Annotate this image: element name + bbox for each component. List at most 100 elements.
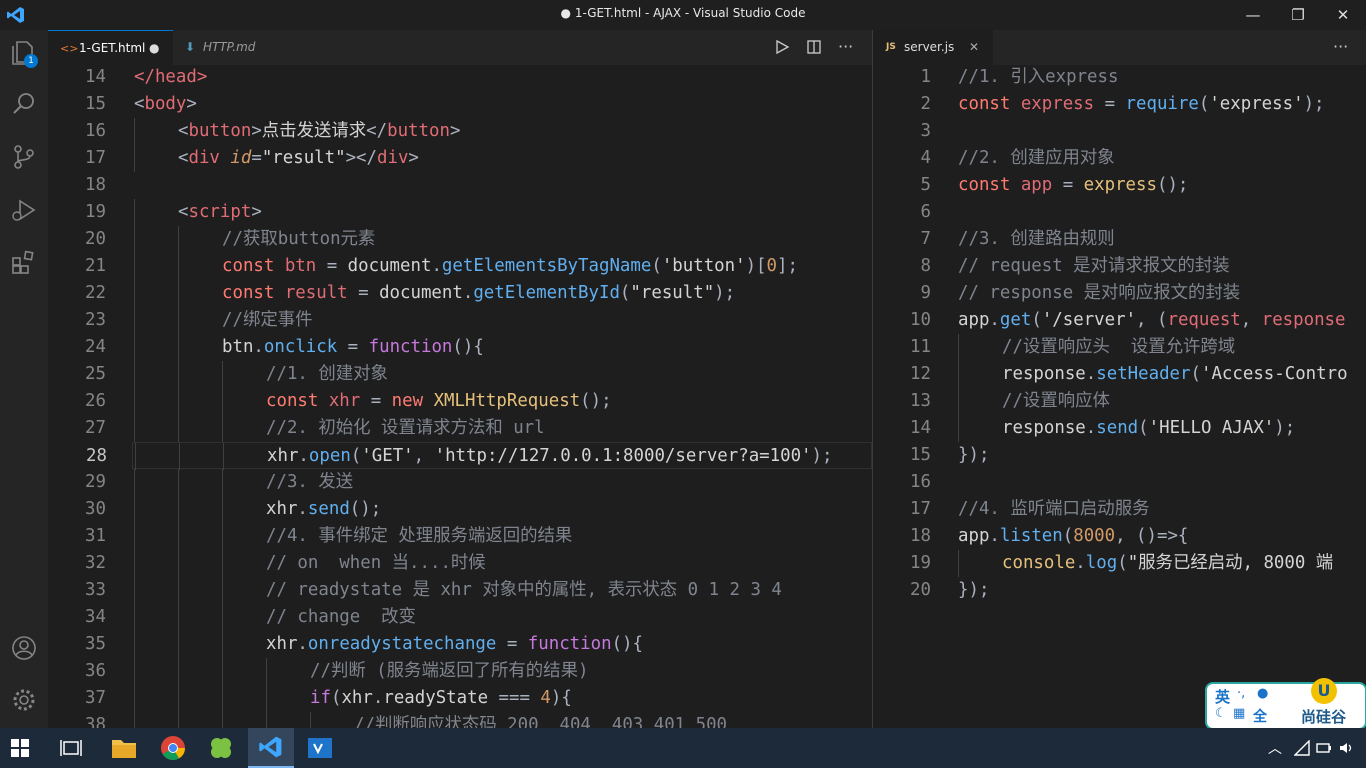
vscode-alt-icon[interactable]: [306, 734, 334, 762]
code-line[interactable]: 8 // request 是对请求报文的封装: [873, 253, 1366, 280]
chrome-icon[interactable]: [159, 734, 187, 762]
code-line[interactable]: 38 //判断响应状态码 200 404 403 401 500: [48, 712, 872, 728]
code-line[interactable]: 16 <button>点击发送请求</button>: [48, 118, 872, 145]
code-line[interactable]: 36 //判断 (服务端返回了所有的结果): [48, 658, 872, 685]
ime-user-icon[interactable]: ●: [1257, 686, 1268, 701]
line-number: 7: [920, 229, 931, 249]
code-token: const: [222, 256, 285, 276]
code-line[interactable]: 22 const result = document.getElementById…: [48, 280, 872, 307]
code-line[interactable]: 26 const xhr = new XMLHttpRequest();: [48, 388, 872, 415]
code-token: function: [527, 634, 612, 654]
tray-chevron-icon[interactable]: ︿: [1268, 738, 1282, 758]
run-debug-icon[interactable]: [10, 196, 38, 224]
search-icon[interactable]: [10, 90, 38, 118]
windows-start-icon[interactable]: [10, 738, 30, 758]
code-token: <: [178, 202, 189, 222]
code-line[interactable]: 19 <script>: [48, 199, 872, 226]
code-line[interactable]: 15});: [873, 442, 1366, 469]
restore-button[interactable]: ❐: [1275, 0, 1321, 30]
source-control-icon[interactable]: [10, 143, 38, 171]
code-line[interactable]: 7 //3. 创建路由规则: [873, 226, 1366, 253]
tab-1-get-html[interactable]: <> 1-GET.html ●: [48, 30, 173, 66]
code-line[interactable]: 18 app.listen(8000, ()=>{: [873, 523, 1366, 550]
ime-moon-icon[interactable]: ☾: [1215, 706, 1227, 721]
right-code-area[interactable]: 1//1. 引入express 2 const express = require(…: [873, 65, 1366, 728]
extensions-icon[interactable]: [10, 248, 38, 276]
left-tab-bar: <> 1-GET.html ● ⬇ HTTP.md ···: [48, 30, 872, 66]
code-line[interactable]: 11 //设置响应头 设置允许跨域: [873, 334, 1366, 361]
left-code-area[interactable]: 14 </head> 15 <body> 16 <button>点击发送请求</butto…: [48, 65, 872, 728]
code-line[interactable]: 30 xhr.send();: [48, 496, 872, 523]
code-line[interactable]: 9 // response 是对响应报文的封装: [873, 280, 1366, 307]
code-line[interactable]: 20 //获取button元素: [48, 226, 872, 253]
vscode-taskbar-active[interactable]: [248, 728, 294, 768]
code-line[interactable]: 24 btn.onclick = function(){: [48, 334, 872, 361]
code-text: app.listen(8000, ()=>{: [958, 523, 1188, 550]
code-line[interactable]: 20});: [873, 577, 1366, 604]
code-line[interactable]: 37 if(xhr.readyState === 4){: [48, 685, 872, 712]
clover-app-icon[interactable]: [207, 734, 235, 762]
more-actions-icon[interactable]: ···: [1333, 30, 1348, 63]
ime-punctuation[interactable]: ·,: [1237, 686, 1245, 701]
code-line[interactable]: 31 //4. 事件绑定 处理服务端返回的结果: [48, 523, 872, 550]
code-line[interactable]: 17 //4. 监听端口启动服务: [873, 496, 1366, 523]
code-line[interactable]: 14 response.send('HELLO AJAX');: [873, 415, 1366, 442]
file-explorer-icon[interactable]: [110, 734, 138, 762]
code-line[interactable]: 32 // on when 当....时候: [48, 550, 872, 577]
code-line[interactable]: 34 // change 改变: [48, 604, 872, 631]
ime-fullwidth[interactable]: 全: [1253, 706, 1267, 726]
code-line[interactable]: 19 console.log("服务已经启动, 8000 端: [873, 550, 1366, 577]
code-line[interactable]: 6: [873, 199, 1366, 226]
split-editor-icon[interactable]: [806, 39, 822, 55]
code-line[interactable]: 12 response.setHeader('Access-Contro: [873, 361, 1366, 388]
code-line[interactable]: 5 const app = express();: [873, 172, 1366, 199]
task-view-icon[interactable]: [60, 737, 82, 759]
code-line[interactable]: 2 const express = require('express');: [873, 91, 1366, 118]
ime-language[interactable]: 英: [1215, 686, 1230, 707]
code-token: (: [1031, 310, 1042, 330]
more-actions-icon[interactable]: ···: [838, 30, 853, 63]
code-token: // request 是对请求报文的封装: [958, 256, 1230, 276]
code-line[interactable]: 15 <body>: [48, 91, 872, 118]
code-line[interactable]: 35 xhr.onreadystatechange = function(){: [48, 631, 872, 658]
account-icon[interactable]: [10, 634, 38, 662]
code-line[interactable]: 13 //设置响应体: [873, 388, 1366, 415]
code-line[interactable]: 29 //3. 发送: [48, 469, 872, 496]
code-token: 'Access-Contro: [1200, 364, 1348, 384]
code-line[interactable]: 16: [873, 469, 1366, 496]
code-token: // on when 当....时候: [266, 553, 486, 573]
code-line[interactable]: 27 //2. 初始化 设置请求方法和 url: [48, 415, 872, 442]
code-line[interactable]: 14 </head>: [48, 65, 872, 91]
settings-gear-icon[interactable]: [10, 686, 38, 714]
tab-server-js[interactable]: JS server.js ✕: [873, 30, 993, 65]
code-line[interactable]: 3: [873, 118, 1366, 145]
close-button[interactable]: ✕: [1320, 0, 1366, 30]
code-line[interactable]: 33 // readystate 是 xhr 对象中的属性, 表示状态 0 1 2…: [48, 577, 872, 604]
battery-icon[interactable]: [1316, 740, 1332, 756]
ime-toolbar[interactable]: 英 ·, ● ☾ ▦ 全 U 尚硅谷: [1205, 678, 1366, 730]
code-text: //设置响应体: [1002, 388, 1110, 415]
code-token: ();: [349, 499, 382, 519]
modified-dot[interactable]: ●: [149, 31, 159, 66]
code-line[interactable]: 28 xhr.open('GET', 'http://127.0.0.1:8000…: [86, 442, 872, 470]
volume-icon[interactable]: [1338, 740, 1354, 756]
code-line[interactable]: 18: [48, 172, 872, 199]
run-icon[interactable]: [774, 39, 790, 55]
code-text: <script>: [178, 199, 262, 226]
code-line[interactable]: 23 //绑定事件: [48, 307, 872, 334]
minimize-button[interactable]: —: [1230, 0, 1276, 30]
code-token: readyState: [383, 688, 489, 708]
code-token: xhr: [266, 634, 298, 654]
code-line[interactable]: 25 //1. 创建对象: [48, 361, 872, 388]
tab-http-md[interactable]: ⬇ HTTP.md: [173, 30, 293, 65]
code-line[interactable]: 10 app.get('/server', (request, response: [873, 307, 1366, 334]
close-tab-icon[interactable]: ✕: [969, 30, 979, 65]
code-line[interactable]: 21 const btn = document.getElementsByTagN…: [48, 253, 872, 280]
code-token: xhr: [267, 446, 299, 466]
line-number: 11: [910, 337, 931, 357]
code-line[interactable]: 4 //2. 创建应用对象: [873, 145, 1366, 172]
code-line[interactable]: 1 //1. 引入express: [873, 65, 1366, 91]
code-line[interactable]: 17 <div id="result"></div>: [48, 145, 872, 172]
network-icon[interactable]: [1294, 740, 1310, 756]
ime-keyboard-icon[interactable]: ▦: [1233, 706, 1245, 721]
